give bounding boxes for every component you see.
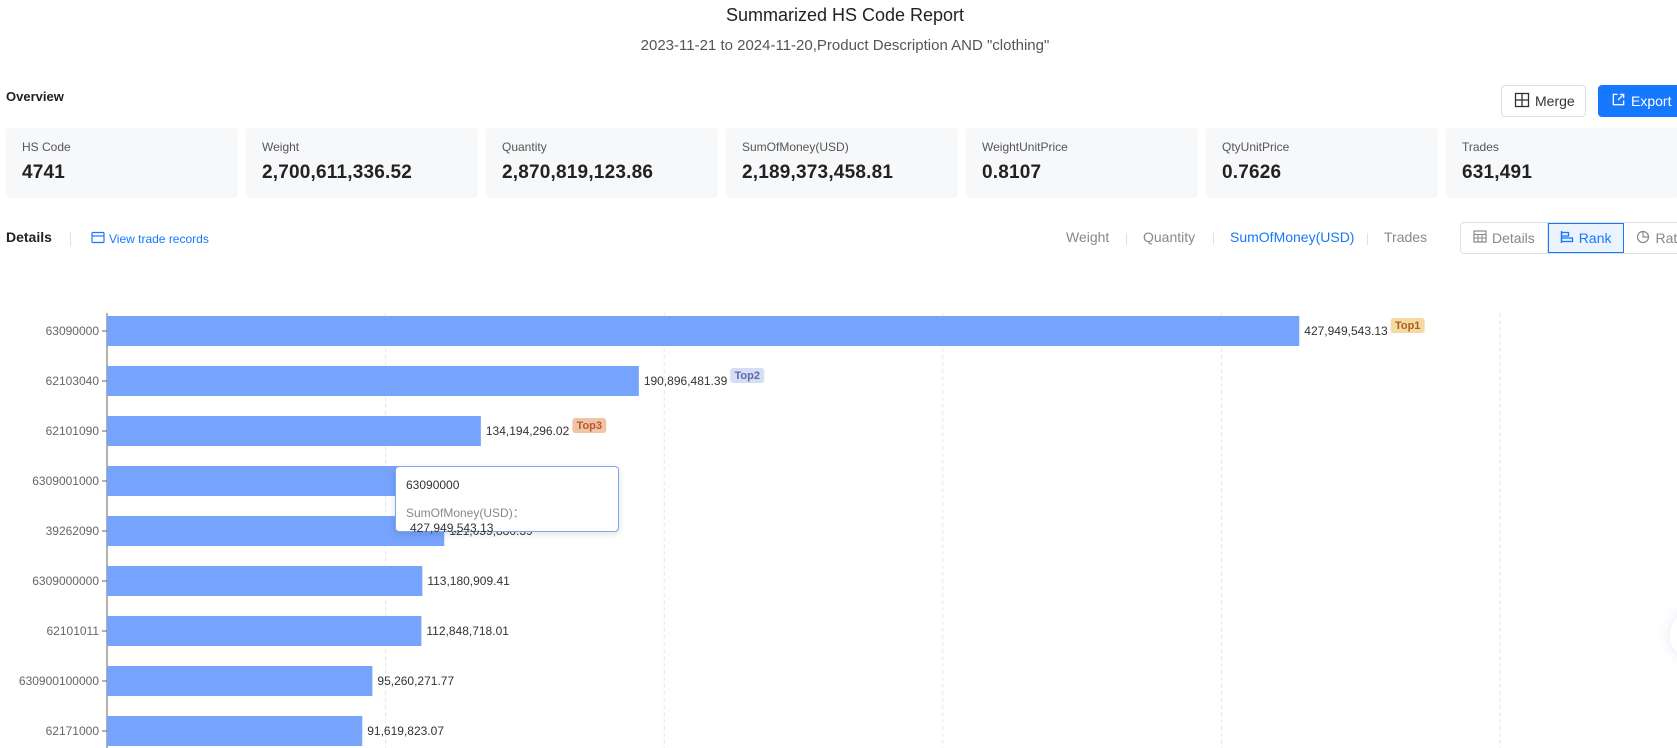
export-icon: [1611, 92, 1626, 110]
bar: [107, 616, 422, 646]
overview-heading: Overview: [6, 89, 64, 104]
bar: [107, 716, 363, 746]
chart-tooltip: 63090000 SumOfMoney(USD)：427,949,543.13: [395, 466, 619, 535]
metric-tab-weight[interactable]: Weight: [1066, 229, 1109, 245]
merge-icon: [1514, 92, 1530, 111]
report-title: Summarized HS Code Report: [725, 5, 965, 25]
y-tick-label: 62101090: [46, 424, 100, 438]
card-value: 0.7626: [1222, 162, 1282, 183]
card-value: 4741: [22, 162, 66, 183]
bar-value-label: 427,949,543.13: [1304, 324, 1388, 338]
report-page: Summarized HS Code Report 2023-11-21 to …: [0, 0, 1677, 748]
bar-value-label: 112,848,718.01: [426, 624, 509, 638]
pie-icon: [1636, 230, 1650, 247]
bar: [107, 416, 481, 446]
bar-value-label: 95,260,271.77: [377, 674, 454, 688]
bar-value-label: 91,619,823.07: [367, 724, 444, 738]
card-label: Quantity: [502, 140, 547, 154]
view-mode-ratio[interactable]: Ratio: [1624, 223, 1677, 253]
card-label: WeightUnitPrice: [982, 140, 1068, 154]
bar-value-label: 134,194,296.02: [486, 424, 570, 438]
divider: [1126, 233, 1127, 245]
rank-badge-label: Top3: [577, 420, 602, 432]
card-value: 2,189,373,458.81: [742, 162, 894, 183]
card-value: 0.8107: [982, 162, 1042, 183]
view-mode-label: Ratio: [1655, 230, 1677, 246]
divider: [1213, 233, 1214, 245]
bar: [107, 366, 639, 396]
view-mode-details[interactable]: Details: [1461, 223, 1548, 253]
card-qty-unit-price: QtyUnitPrice 0.7626: [1206, 128, 1438, 198]
rank-badge-label: Top1: [1395, 320, 1420, 332]
view-trade-records-link[interactable]: View trade records: [91, 231, 209, 247]
y-tick-label: 62171000: [46, 724, 100, 738]
card-label: Trades: [1462, 140, 1499, 154]
view-mode-rank[interactable]: Rank: [1547, 223, 1625, 253]
bar-value-label: 190,896,481.39: [644, 374, 728, 388]
card-sum-of-money: SumOfMoney(USD) 2,189,373,458.81: [726, 128, 958, 198]
bar: [107, 666, 373, 696]
y-tick-label: 39262090: [46, 524, 100, 538]
card-hs-code: HS Code 4741: [6, 128, 238, 198]
y-tick-label: 6309001000: [32, 474, 99, 488]
tooltip-key: SumOfMoney(USD)：: [406, 506, 525, 520]
export-button[interactable]: Export: [1598, 85, 1677, 117]
metric-tab-trades[interactable]: Trades: [1384, 229, 1427, 245]
card-weight: Weight 2,700,611,336.52: [246, 128, 478, 198]
card-value: 2,870,819,123.86: [502, 162, 654, 183]
card-quantity: Quantity 2,870,819,123.86: [486, 128, 718, 198]
overview-cards: HS Code 4741 Weight 2,700,611,336.52 Quant…: [6, 128, 1677, 198]
y-tick-label: 6309000000: [32, 574, 99, 588]
table-icon: [1473, 230, 1487, 246]
card-label: QtyUnitPrice: [1222, 140, 1290, 154]
card-trades: Trades 631,491: [1446, 128, 1677, 198]
tooltip-title: 63090000: [406, 478, 460, 492]
rank-bar-icon: [1560, 230, 1574, 247]
metric-tab-sum-of-money[interactable]: SumOfMoney(USD): [1230, 229, 1354, 245]
merge-label: Merge: [1535, 93, 1575, 109]
view-mode-switch: Details Rank Ratio: [1460, 222, 1677, 254]
bar: [107, 316, 1300, 346]
rank-badge-label: Top2: [735, 370, 760, 382]
card-value: 2,700,611,336.52: [262, 162, 413, 183]
report-subtitle: 2023-11-21 to 2024-11-20,Product Descrip…: [640, 37, 1050, 54]
card-label: SumOfMoney(USD): [742, 140, 849, 154]
bar: [107, 516, 445, 546]
records-icon: [91, 231, 105, 247]
card-weight-unit-price: WeightUnitPrice 0.8107: [966, 128, 1198, 198]
tooltip-row: SumOfMoney(USD)：427,949,543.13: [406, 504, 608, 535]
details-heading: Details: [6, 229, 52, 245]
divider: [70, 232, 71, 246]
y-tick-label: 63090000: [46, 324, 100, 338]
export-label: Export: [1631, 93, 1672, 109]
view-trade-records-label: View trade records: [109, 232, 209, 246]
card-value: 631,491: [1462, 162, 1533, 183]
rank-bar-chart: 63090000 427,949,543.13 Top1 62103040 190,89…: [19, 313, 1501, 748]
view-mode-label: Details: [1492, 230, 1535, 246]
view-mode-label: Rank: [1578, 230, 1612, 246]
y-tick-label: 630900100000: [19, 674, 99, 688]
bar-value-label: 113,180,909.41: [427, 574, 510, 588]
metric-tab-quantity[interactable]: Quantity: [1143, 229, 1195, 245]
tooltip-value: 427,949,543.13: [410, 521, 494, 535]
y-tick-label: 62103040: [46, 374, 100, 388]
bar: [107, 566, 423, 596]
merge-button[interactable]: Merge: [1501, 85, 1586, 117]
card-label: Weight: [262, 140, 300, 154]
card-label: HS Code: [22, 140, 71, 154]
y-tick-label: 62101011: [47, 624, 100, 638]
divider: [1367, 233, 1368, 245]
